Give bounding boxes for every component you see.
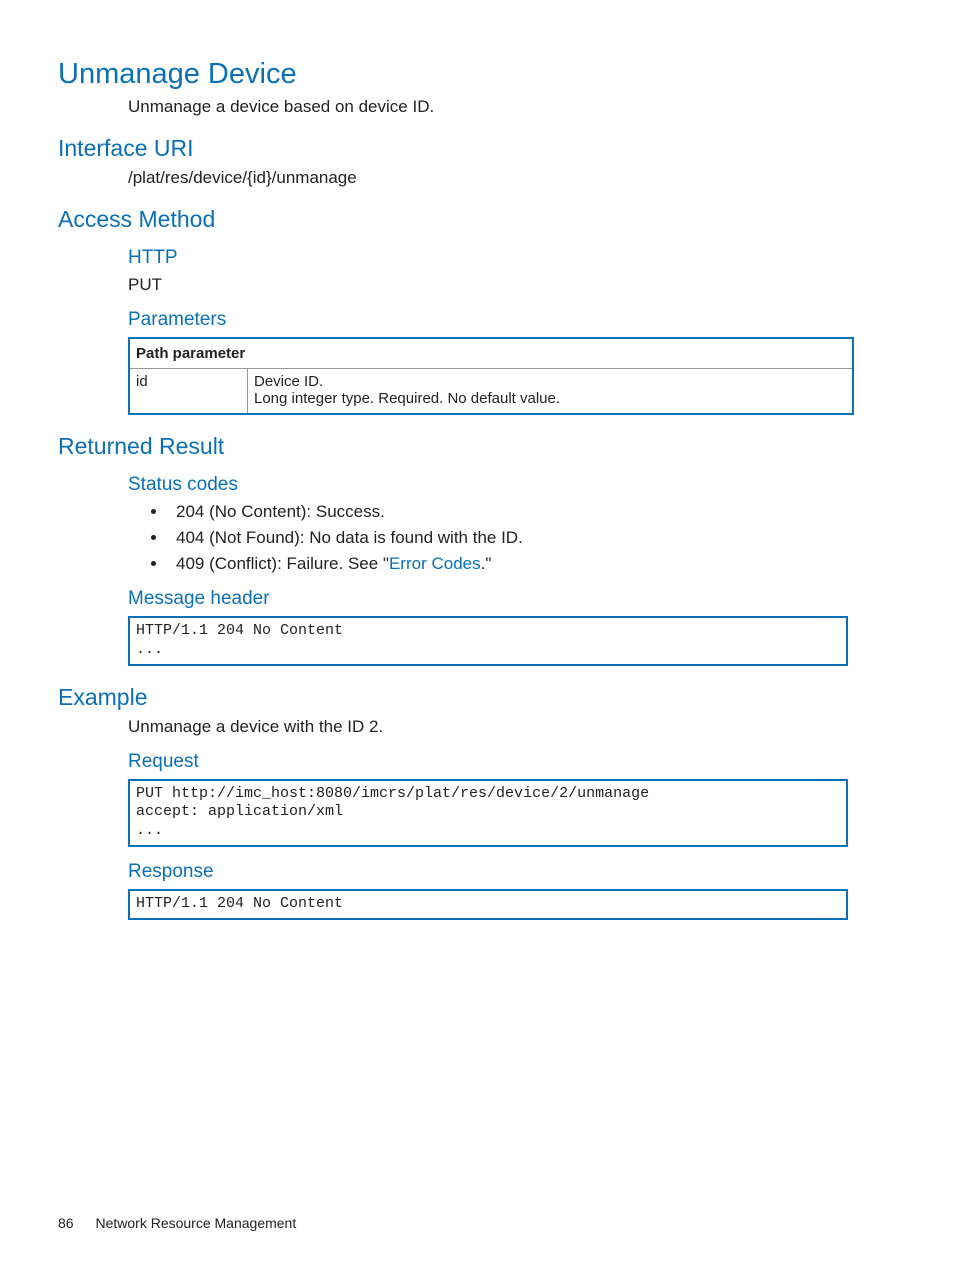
table-header: Path parameter	[129, 338, 853, 369]
returned-result-heading: Returned Result	[58, 433, 896, 460]
intro-text: Unmanage a device based on device ID.	[128, 97, 896, 117]
param-desc-line2: Long integer type. Required. No default …	[254, 390, 846, 407]
request-code: PUT http://imc_host:8080/imcrs/plat/res/…	[128, 779, 848, 847]
param-desc-cell: Device ID. Long integer type. Required. …	[248, 369, 854, 415]
footer-section: Network Resource Management	[95, 1215, 296, 1231]
response-heading: Response	[128, 861, 896, 883]
interface-uri-heading: Interface URI	[58, 135, 896, 162]
http-value: PUT	[128, 275, 896, 295]
page-footer: 86 Network Resource Management	[58, 1215, 296, 1231]
status-list: 204 (No Content): Success. 404 (Not Foun…	[148, 502, 896, 574]
message-header-heading: Message header	[128, 588, 896, 610]
parameters-heading: Parameters	[128, 309, 896, 331]
param-name-cell: id	[129, 369, 248, 415]
table-header-row: Path parameter	[129, 338, 853, 369]
interface-uri-value: /plat/res/device/{id}/unmanage	[128, 168, 896, 188]
error-codes-link[interactable]: Error Codes	[389, 554, 481, 573]
page-container: Unmanage Device Unmanage a device based …	[0, 0, 954, 1271]
request-heading: Request	[128, 751, 896, 773]
status-text-suffix: ."	[481, 554, 492, 573]
access-method-heading: Access Method	[58, 206, 896, 233]
param-desc-line1: Device ID.	[254, 373, 846, 390]
status-text-prefix: 409 (Conflict): Failure. See "	[176, 554, 389, 573]
table-row: id Device ID. Long integer type. Require…	[129, 369, 853, 415]
message-header-code: HTTP/1.1 204 No Content ...	[128, 616, 848, 666]
list-item: 204 (No Content): Success.	[168, 502, 896, 522]
parameters-table: Path parameter id Device ID. Long intege…	[128, 337, 854, 415]
page-number: 86	[58, 1215, 74, 1231]
status-codes-heading: Status codes	[128, 474, 896, 496]
list-item: 404 (Not Found): No data is found with t…	[168, 528, 896, 548]
http-heading: HTTP	[128, 247, 896, 269]
response-code: HTTP/1.1 204 No Content	[128, 889, 848, 920]
list-item: 409 (Conflict): Failure. See "Error Code…	[168, 554, 896, 574]
example-heading: Example	[58, 684, 896, 711]
example-intro: Unmanage a device with the ID 2.	[128, 717, 896, 737]
page-title: Unmanage Device	[58, 58, 896, 91]
